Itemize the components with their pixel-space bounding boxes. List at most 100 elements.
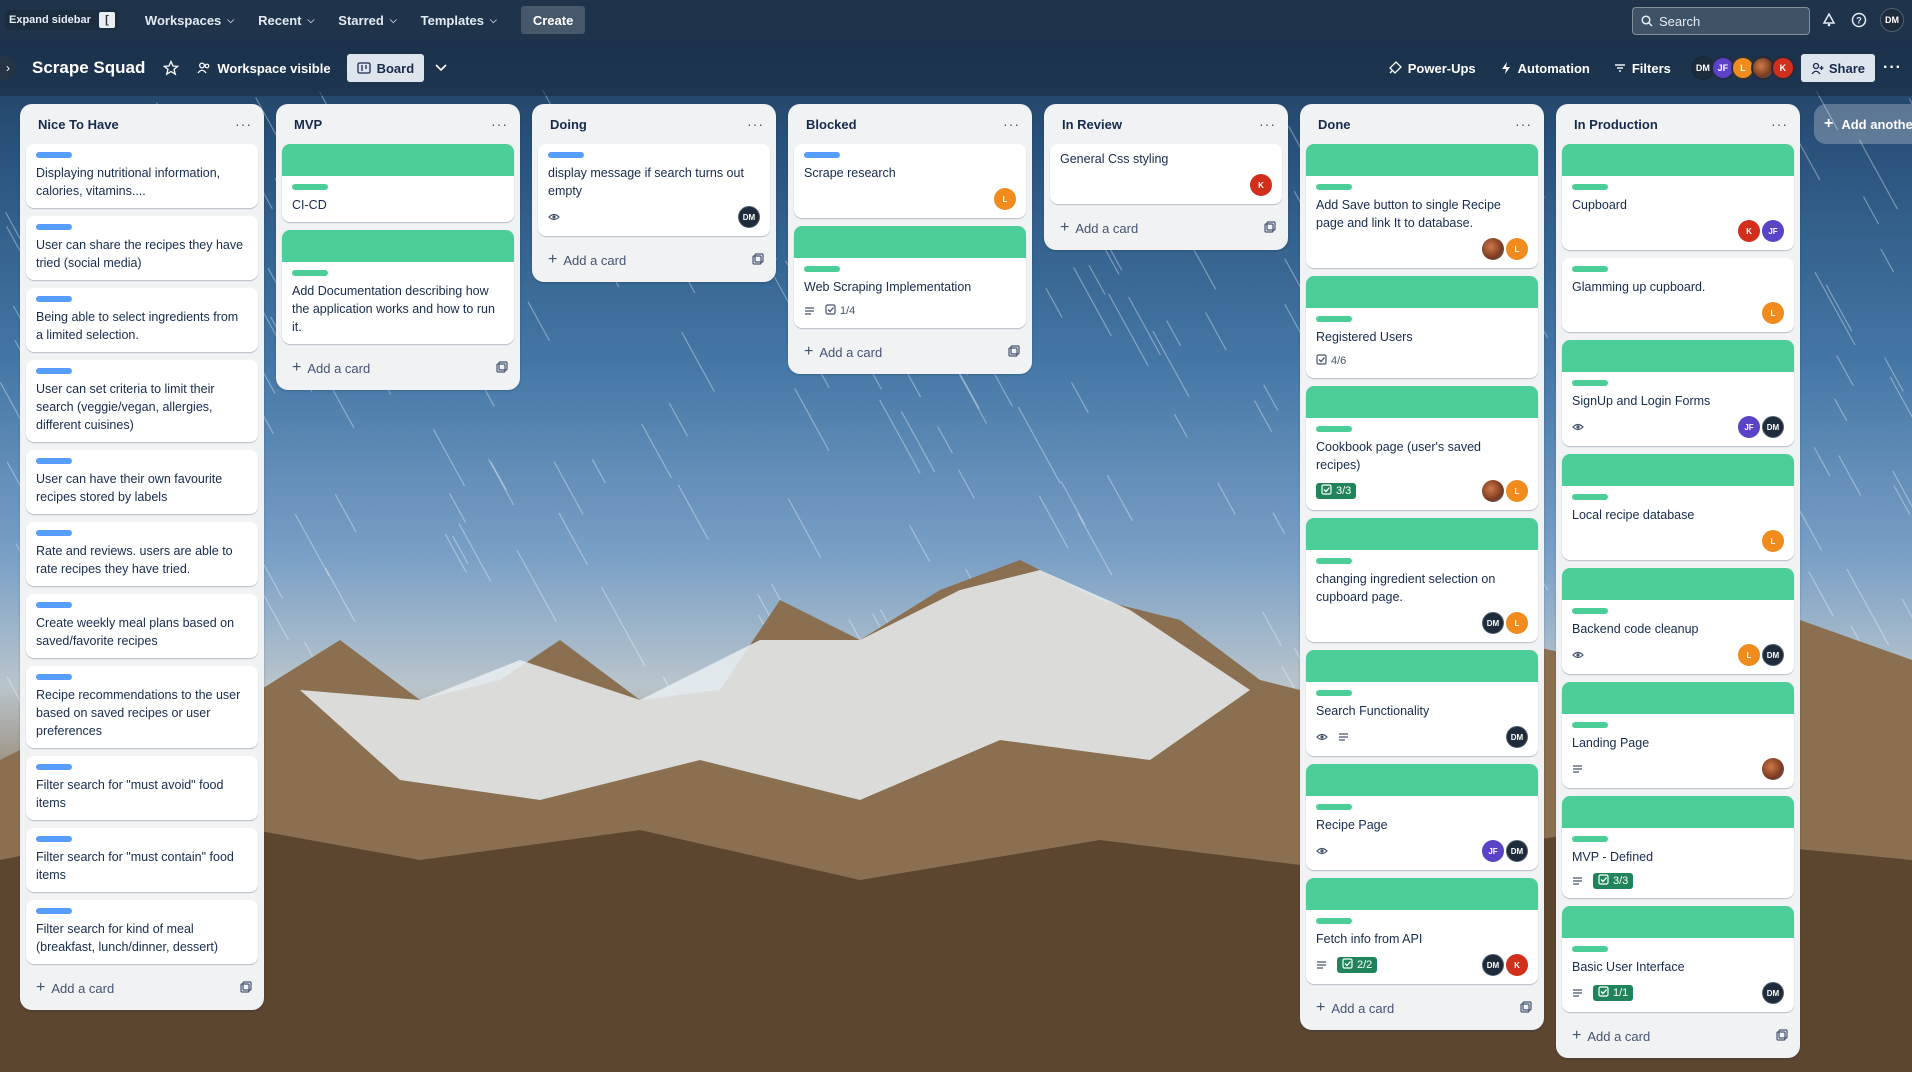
member-avatar[interactable]: JF <box>1762 220 1784 242</box>
member-avatar[interactable]: K <box>1738 220 1760 242</box>
card[interactable]: Being able to select ingredients from a … <box>26 288 258 352</box>
add-card-button[interactable]: + Add a card <box>1572 1027 1650 1045</box>
card[interactable]: User can set criteria to limit their sea… <box>26 360 258 442</box>
card-label[interactable] <box>1316 426 1352 432</box>
card[interactable]: Filter search for "must avoid" food item… <box>26 756 258 820</box>
add-list-button[interactable]: + Add another list <box>1814 104 1912 144</box>
nav-recent[interactable]: Recent ⌵ <box>250 4 322 36</box>
member-avatar[interactable]: L <box>1762 302 1784 324</box>
star-board-button[interactable] <box>163 60 180 76</box>
card[interactable]: Web Scraping Implementation 1/4 <box>794 226 1026 328</box>
more-options-icon[interactable]: ··· <box>1883 59 1902 77</box>
powerups-button[interactable]: Power-Ups <box>1388 61 1476 76</box>
filters-button[interactable]: Filters <box>1614 61 1671 76</box>
member-avatar[interactable]: DM <box>1762 644 1784 666</box>
search-input[interactable]: Search <box>1632 7 1810 35</box>
card-template-icon[interactable] <box>1776 1028 1788 1044</box>
list-title[interactable]: In Production <box>1574 117 1658 132</box>
visibility-button[interactable]: Workspace visible <box>197 61 331 76</box>
card-template-icon[interactable] <box>496 360 508 376</box>
more-options-icon[interactable]: ··· <box>1259 116 1276 132</box>
card[interactable]: Registered Users 4/6 <box>1306 276 1538 378</box>
card-label[interactable] <box>36 530 72 536</box>
card-label[interactable] <box>36 674 72 680</box>
add-card-button[interactable]: + Add a card <box>548 251 626 269</box>
member-avatar[interactable]: K <box>1506 954 1528 976</box>
automation-button[interactable]: Automation <box>1500 61 1590 76</box>
card-label[interactable] <box>36 602 72 608</box>
board-title[interactable]: Scrape Squad <box>32 58 145 78</box>
card[interactable]: Search Functionality DM <box>1306 650 1538 756</box>
member-avatar[interactable]: DM <box>1762 416 1784 438</box>
card-label[interactable] <box>1572 722 1608 728</box>
card-label[interactable] <box>1316 316 1352 322</box>
member-avatar[interactable]: DM <box>738 206 760 228</box>
card-label[interactable] <box>1572 946 1608 952</box>
nav-starred[interactable]: Starred ⌵ <box>330 4 404 36</box>
card[interactable]: Local recipe database L <box>1562 454 1794 560</box>
member-avatar[interactable]: L <box>1738 644 1760 666</box>
card[interactable]: CI-CD <box>282 144 514 222</box>
more-options-icon[interactable]: ··· <box>491 116 508 132</box>
card[interactable]: Recipe Page JF DM <box>1306 764 1538 870</box>
card-label[interactable] <box>548 152 584 158</box>
card[interactable]: User can have their own favourite recipe… <box>26 450 258 514</box>
card-label[interactable] <box>804 152 840 158</box>
view-switcher-button[interactable] <box>434 63 448 73</box>
card[interactable]: SignUp and Login Forms JF DM <box>1562 340 1794 446</box>
member-avatar[interactable]: L <box>1506 612 1528 634</box>
card-label[interactable] <box>36 152 72 158</box>
card-label[interactable] <box>1316 184 1352 190</box>
card[interactable]: Glamming up cupboard. L <box>1562 258 1794 332</box>
card-label[interactable] <box>1316 804 1352 810</box>
card[interactable]: Rate and reviews. users are able to rate… <box>26 522 258 586</box>
card-template-icon[interactable] <box>1264 220 1276 236</box>
card-label[interactable] <box>36 836 72 842</box>
card-label[interactable] <box>1572 380 1608 386</box>
card[interactable]: Backend code cleanup L DM <box>1562 568 1794 674</box>
card[interactable]: Add Save button to single Recipe page an… <box>1306 144 1538 268</box>
list-title[interactable]: Done <box>1318 117 1351 132</box>
card-label[interactable] <box>36 458 72 464</box>
help-icon[interactable]: ? <box>1851 12 1867 28</box>
add-card-button[interactable]: + Add a card <box>1316 999 1394 1017</box>
member-avatar[interactable]: DM <box>1506 726 1528 748</box>
member-avatar[interactable] <box>1482 238 1504 260</box>
board-view-button[interactable]: Board <box>346 54 425 82</box>
member-avatar[interactable]: JF <box>1738 416 1760 438</box>
share-button[interactable]: Share <box>1800 54 1876 82</box>
add-card-button[interactable]: + Add a card <box>292 359 370 377</box>
more-options-icon[interactable]: ··· <box>1771 116 1788 132</box>
member-avatar[interactable]: L <box>994 188 1016 210</box>
user-avatar[interactable]: DM <box>1880 8 1904 32</box>
card[interactable]: User can share the recipes they have tri… <box>26 216 258 280</box>
list-title[interactable]: MVP <box>294 117 322 132</box>
member-avatar[interactable]: JF <box>1482 840 1504 862</box>
card-label[interactable] <box>292 184 328 190</box>
card-template-icon[interactable] <box>1008 344 1020 360</box>
card-label[interactable] <box>1316 558 1352 564</box>
card[interactable]: Filter search for "must contain" food it… <box>26 828 258 892</box>
card-template-icon[interactable] <box>240 980 252 996</box>
card[interactable]: Cookbook page (user's saved recipes) 3/3 L <box>1306 386 1538 510</box>
card[interactable]: Cupboard K JF <box>1562 144 1794 250</box>
card[interactable]: Landing Page <box>1562 682 1794 788</box>
list-title[interactable]: In Review <box>1062 117 1122 132</box>
card-label[interactable] <box>36 296 72 302</box>
card[interactable]: display message if search turns out empt… <box>538 144 770 236</box>
card-label[interactable] <box>36 908 72 914</box>
member-avatar[interactable]: DM <box>1506 840 1528 862</box>
member-avatar[interactable] <box>1482 480 1504 502</box>
expand-sidebar-button[interactable]: Expand sidebar [ <box>5 10 119 30</box>
card-label[interactable] <box>36 224 72 230</box>
card[interactable]: Scrape research L <box>794 144 1026 218</box>
card[interactable]: General Css styling K <box>1050 144 1282 204</box>
list-title[interactable]: Nice To Have <box>38 117 119 132</box>
list-title[interactable]: Doing <box>550 117 587 132</box>
more-options-icon[interactable]: ··· <box>235 116 252 132</box>
card[interactable]: Create weekly meal plans based on saved/… <box>26 594 258 658</box>
add-card-button[interactable]: + Add a card <box>1060 219 1138 237</box>
create-button[interactable]: Create <box>520 6 586 34</box>
member-avatar[interactable]: K <box>1770 56 1795 80</box>
nav-templates[interactable]: Templates ⌵ <box>413 4 505 36</box>
